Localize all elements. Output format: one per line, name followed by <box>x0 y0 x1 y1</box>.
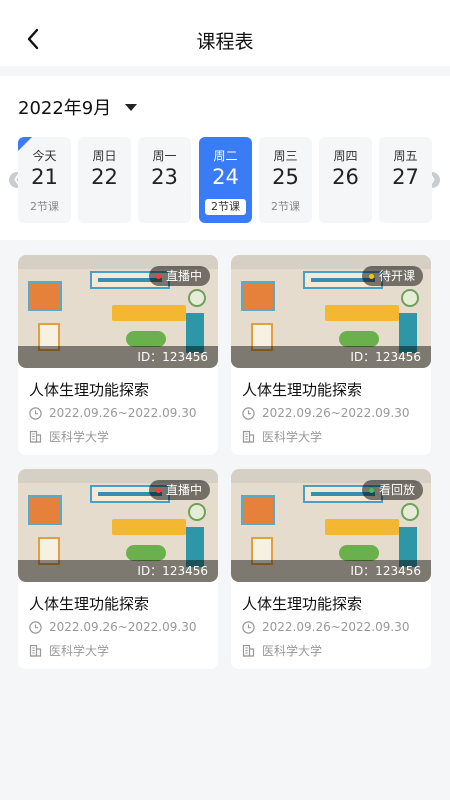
building-icon <box>29 430 42 443</box>
calendar-section: 2022年9月 ❮ ❯ 今天 21 2节课 周日 22 周一 23 周二 24 … <box>0 76 450 240</box>
course-date-range: 2022.09.26~2022.09.30 <box>262 406 410 420</box>
day-cell-24-selected[interactable]: 周二 24 2节课 <box>199 137 252 223</box>
clock-icon <box>29 620 42 634</box>
day-date: 21 <box>31 165 58 189</box>
day-cell-22[interactable]: 周日 22 <box>78 137 131 223</box>
status-label: 待开课 <box>378 269 415 283</box>
course-school: 医科学大学 <box>262 430 323 444</box>
status-badge: 看回放 <box>361 480 423 500</box>
course-thumbnail: 看回放 ID：123456 <box>231 469 431 582</box>
day-weekday: 今天 <box>32 149 57 163</box>
course-date-range: 2022.09.26~2022.09.30 <box>262 620 410 634</box>
course-school: 医科学大学 <box>49 644 110 658</box>
day-date: 25 <box>272 165 299 189</box>
course-date-row: 2022.09.26~2022.09.30 <box>242 620 409 634</box>
status-badge: 待开课 <box>361 266 423 286</box>
course-card[interactable]: 看回放 ID：123456 人体生理功能探索 2022.09.26~2022.0… <box>231 469 431 669</box>
course-thumbnail: 待开课 ID：123456 <box>231 255 431 368</box>
course-date-range: 2022.09.26~2022.09.30 <box>49 620 197 634</box>
day-cell-23[interactable]: 周一 23 <box>138 137 191 223</box>
status-dot-icon <box>368 487 374 493</box>
course-id: ID：123456 <box>350 350 421 364</box>
day-lesson-count: 2节课 <box>205 199 246 215</box>
day-date: 27 <box>392 165 419 189</box>
status-dot-icon <box>155 487 161 493</box>
status-dot-icon <box>155 273 161 279</box>
course-date-row: 2022.09.26~2022.09.30 <box>29 620 196 634</box>
status-label: 直播中 <box>165 483 202 497</box>
day-date: 24 <box>212 165 239 189</box>
course-school-row: 医科学大学 <box>29 428 109 445</box>
course-thumbnail: 直播中 ID：123456 <box>18 469 218 582</box>
course-name: 人体生理功能探索 <box>29 595 150 613</box>
course-school: 医科学大学 <box>49 430 110 444</box>
day-cell-26[interactable]: 周四 26 <box>319 137 372 223</box>
day-lesson-count: 2节课 <box>271 200 300 213</box>
day-weekday: 周五 <box>393 149 418 163</box>
course-date-row: 2022.09.26~2022.09.30 <box>29 406 196 420</box>
status-label: 看回放 <box>378 483 415 497</box>
page-title: 课程表 <box>196 31 254 53</box>
week-strip: 今天 21 2节课 周日 22 周一 23 周二 24 2节课 周三 25 2节… <box>18 137 438 223</box>
building-icon <box>29 644 42 657</box>
clock-icon <box>242 406 255 420</box>
day-cell-25[interactable]: 周三 25 2节课 <box>259 137 312 223</box>
clock-icon <box>242 620 255 634</box>
day-date: 26 <box>332 165 359 189</box>
day-date: 22 <box>91 165 118 189</box>
course-name: 人体生理功能探索 <box>29 381 150 399</box>
day-weekday: 周四 <box>333 149 358 163</box>
month-picker[interactable]: 2022年9月 <box>18 94 138 120</box>
course-school-row: 医科学大学 <box>29 642 109 659</box>
top-bar: 课程表 <box>0 0 450 66</box>
course-date-range: 2022.09.26~2022.09.30 <box>49 406 197 420</box>
course-name: 人体生理功能探索 <box>242 381 363 399</box>
course-card[interactable]: 直播中 ID：123456 人体生理功能探索 2022.09.26~2022.0… <box>18 255 218 455</box>
course-card[interactable]: 待开课 ID：123456 人体生理功能探索 2022.09.26~2022.0… <box>231 255 431 455</box>
caret-down-icon <box>125 103 138 111</box>
day-weekday: 周三 <box>273 149 298 163</box>
day-weekday: 周一 <box>152 149 177 163</box>
day-weekday: 周日 <box>92 149 117 163</box>
course-id: ID：123456 <box>137 564 208 578</box>
course-card[interactable]: 直播中 ID：123456 人体生理功能探索 2022.09.26~2022.0… <box>18 469 218 669</box>
course-school-row: 医科学大学 <box>242 642 322 659</box>
day-cell-21[interactable]: 今天 21 2节课 <box>18 137 71 223</box>
course-school-row: 医科学大学 <box>242 428 322 445</box>
status-badge: 直播中 <box>148 480 210 500</box>
status-dot-icon <box>368 273 374 279</box>
clock-icon <box>29 406 42 420</box>
day-date: 23 <box>151 165 178 189</box>
month-label: 2022年9月 <box>18 98 112 119</box>
status-badge: 直播中 <box>148 266 210 286</box>
course-id: ID：123456 <box>350 564 421 578</box>
building-icon <box>242 430 255 443</box>
status-label: 直播中 <box>165 269 202 283</box>
day-lesson-count: 2节课 <box>30 200 59 213</box>
course-name: 人体生理功能探索 <box>242 595 363 613</box>
course-date-row: 2022.09.26~2022.09.30 <box>242 406 409 420</box>
course-school: 医科学大学 <box>262 644 323 658</box>
course-id: ID：123456 <box>137 350 208 364</box>
day-cell-27[interactable]: 周五 27 <box>379 137 432 223</box>
day-weekday: 周二 <box>213 149 238 163</box>
building-icon <box>242 644 255 657</box>
course-thumbnail: 直播中 ID：123456 <box>18 255 218 368</box>
